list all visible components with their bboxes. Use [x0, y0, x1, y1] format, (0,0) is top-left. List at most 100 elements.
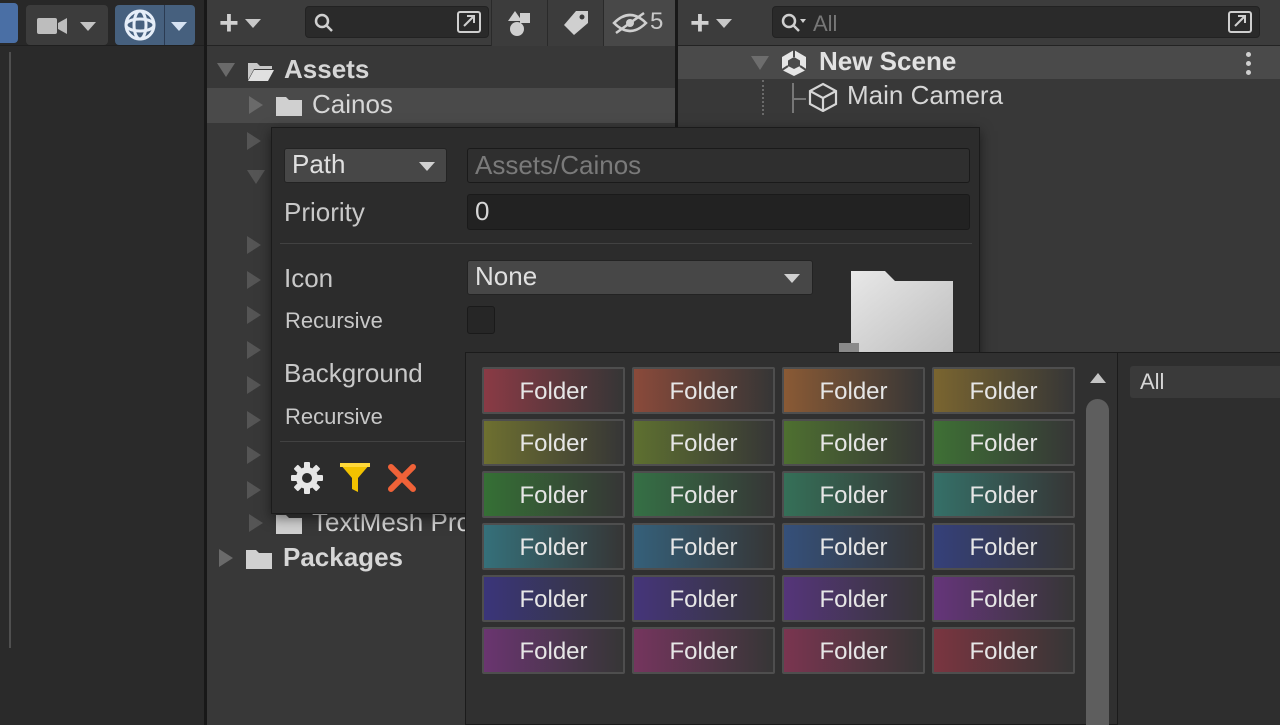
- color-swatch[interactable]: Folder: [932, 575, 1075, 622]
- icon-recursive-checkbox[interactable]: [467, 306, 495, 334]
- color-swatch[interactable]: Folder: [632, 471, 775, 518]
- filter-icon[interactable]: [338, 461, 372, 495]
- expand-arrow-icon[interactable]: [247, 236, 261, 254]
- expand-arrow-icon[interactable]: [219, 549, 233, 567]
- swatch-label: Folder: [819, 586, 888, 613]
- color-swatch[interactable]: Folder: [632, 627, 775, 674]
- expand-arrow-icon[interactable]: [247, 341, 261, 359]
- swatch-label: Folder: [519, 430, 588, 457]
- color-swatch[interactable]: Folder: [482, 419, 625, 466]
- gizmos-button[interactable]: [115, 5, 195, 45]
- search-by-type-button[interactable]: [491, 0, 547, 46]
- scroll-up-arrow-icon[interactable]: [1090, 373, 1106, 383]
- expand-arrow-icon[interactable]: [247, 306, 261, 324]
- color-swatch[interactable]: Folder: [482, 575, 625, 622]
- close-icon[interactable]: [386, 462, 418, 494]
- expand-arrow-icon[interactable]: [247, 271, 261, 289]
- create-asset-button[interactable]: +: [207, 6, 265, 40]
- collapse-arrow-icon[interactable]: [751, 56, 769, 70]
- path-value: Assets/Cainos: [475, 150, 642, 180]
- color-swatch[interactable]: Folder: [782, 367, 925, 414]
- scene-view[interactable]: [0, 0, 205, 725]
- palette-scrollbar[interactable]: [1086, 399, 1109, 725]
- expand-arrow-icon[interactable]: [217, 63, 235, 77]
- expand-arrow-icon[interactable]: [247, 446, 261, 464]
- folder-preview-icon: [839, 271, 953, 355]
- expand-arrow-icon[interactable]: [249, 96, 263, 114]
- color-swatch[interactable]: Folder: [482, 367, 625, 414]
- color-swatch[interactable]: Folder: [632, 523, 775, 570]
- color-swatch[interactable]: Folder: [782, 419, 925, 466]
- expand-search-icon[interactable]: [1227, 10, 1253, 34]
- color-swatch[interactable]: Folder: [932, 471, 1075, 518]
- expand-arrow-icon[interactable]: [247, 170, 265, 184]
- hierarchy-toolbar: + All: [678, 0, 1280, 46]
- search-by-label-button[interactable]: [547, 0, 603, 46]
- folder-icon: [276, 97, 302, 116]
- color-swatch[interactable]: Folder: [782, 575, 925, 622]
- color-swatch[interactable]: Folder: [482, 523, 625, 570]
- hidden-package-count: 5: [650, 8, 664, 35]
- dropdown-value: Path: [292, 149, 346, 179]
- toolbar-button-edge[interactable]: [0, 3, 18, 43]
- search-icon: [314, 13, 333, 32]
- folder-icon: [246, 550, 272, 569]
- more-options-icon[interactable]: [1246, 52, 1252, 79]
- folder-icon: [276, 515, 302, 534]
- swatch-label: Folder: [819, 638, 888, 665]
- chevron-down-icon: [784, 274, 800, 283]
- rule-type-dropdown[interactable]: Path: [284, 148, 447, 183]
- color-swatch[interactable]: Folder: [932, 627, 1075, 674]
- eye-hidden-icon: [612, 11, 648, 35]
- color-swatch[interactable]: Folder: [932, 367, 1075, 414]
- expand-arrow-icon[interactable]: [247, 411, 261, 429]
- hierarchy-search-input[interactable]: All: [772, 6, 1260, 38]
- filter-list-item-all[interactable]: All: [1130, 366, 1280, 398]
- color-swatch[interactable]: Folder: [932, 419, 1075, 466]
- hidden-packages-button[interactable]: 5: [603, 0, 675, 46]
- swatch-label: Folder: [519, 534, 588, 561]
- icon-recursive-label: Recursive: [285, 308, 383, 333]
- chevron-down-icon[interactable]: [171, 22, 187, 31]
- camera-dropdown[interactable]: [26, 5, 108, 45]
- path-field[interactable]: Assets/Cainos: [467, 148, 970, 183]
- color-swatch[interactable]: Folder: [632, 367, 775, 414]
- tree-item-cainos[interactable]: Cainos: [207, 88, 675, 123]
- hierarchy-item-label: Main Camera: [847, 80, 1004, 110]
- create-object-button[interactable]: +: [678, 4, 736, 42]
- expand-search-icon[interactable]: [456, 10, 482, 34]
- icon-label: Icon: [284, 263, 334, 293]
- icon-dropdown[interactable]: None: [467, 260, 813, 295]
- background-color-palette: Folder Folder Folder Folder Folder Folder Fold…: [465, 352, 1118, 725]
- search-placeholder: All: [813, 11, 838, 36]
- tag-icon: [564, 11, 588, 35]
- swatch-label: Folder: [819, 482, 888, 509]
- swatch-label: Folder: [969, 586, 1038, 613]
- hierarchy-item-main-camera[interactable]: Main Camera: [678, 80, 1280, 115]
- project-search-input[interactable]: [305, 6, 489, 38]
- color-swatch[interactable]: Folder: [482, 471, 625, 518]
- gear-icon[interactable]: [290, 461, 324, 495]
- expand-arrow-icon[interactable]: [247, 376, 261, 394]
- color-swatch[interactable]: Folder: [632, 419, 775, 466]
- color-swatch[interactable]: Folder: [782, 627, 925, 674]
- priority-value: 0: [475, 196, 490, 226]
- shapes-icon: [508, 11, 530, 36]
- tree-item-label: Assets: [284, 54, 370, 84]
- expand-arrow-icon[interactable]: [247, 481, 261, 499]
- orbit-gizmo-icon: [124, 9, 156, 41]
- expand-arrow-icon[interactable]: [249, 514, 263, 532]
- color-swatch[interactable]: Folder: [782, 523, 925, 570]
- filter-list-label: All: [1140, 369, 1165, 394]
- color-swatch[interactable]: Folder: [632, 575, 775, 622]
- tree-item-assets[interactable]: Assets: [207, 53, 675, 88]
- expand-arrow-icon[interactable]: [247, 132, 261, 150]
- scene-header-row[interactable]: New Scene: [678, 46, 1280, 79]
- priority-field[interactable]: 0: [467, 194, 970, 230]
- color-swatch[interactable]: Folder: [932, 523, 1075, 570]
- swatch-label: Folder: [669, 638, 738, 665]
- color-swatch[interactable]: Folder: [782, 471, 925, 518]
- background-label: Background: [284, 358, 423, 388]
- plus-icon: +: [690, 4, 710, 42]
- color-swatch[interactable]: Folder: [482, 627, 625, 674]
